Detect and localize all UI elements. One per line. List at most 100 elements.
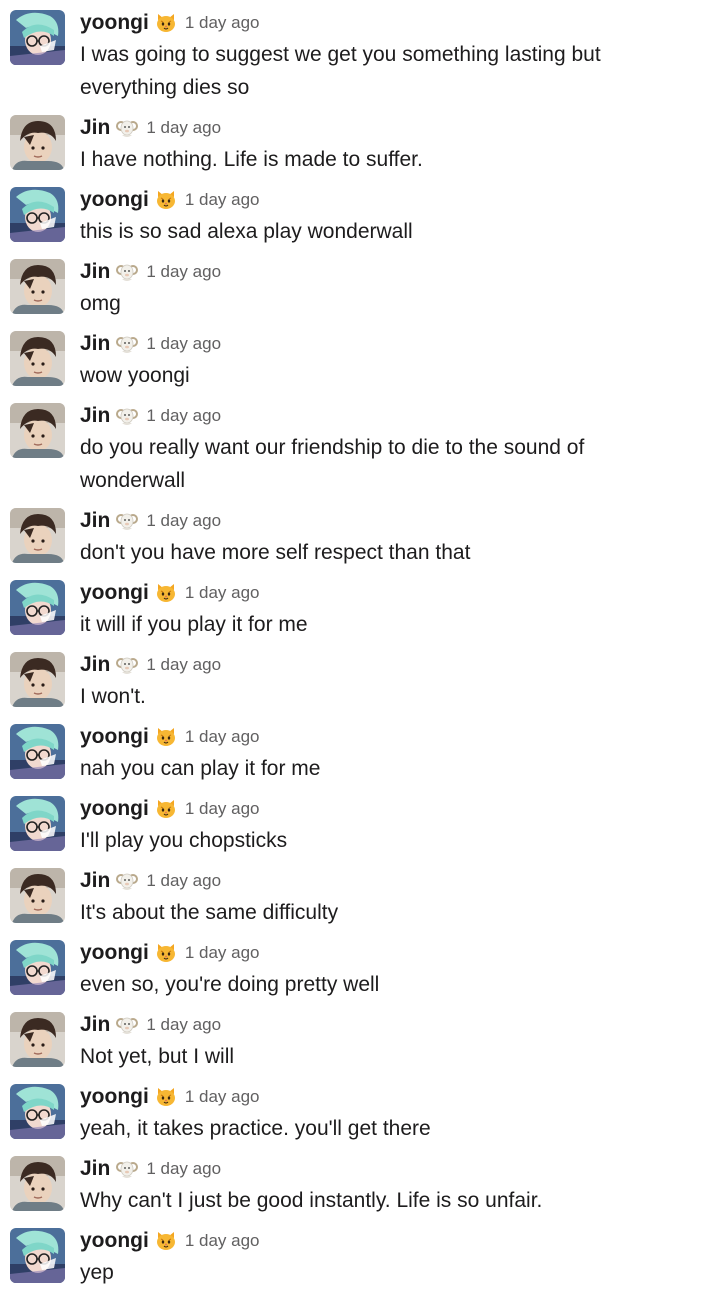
message-header: Jin 1 day ago [80, 331, 221, 357]
message-text: nah you can play it for me [80, 757, 321, 780]
message-header: yoongi 1 day ago [80, 940, 260, 966]
ram-icon [116, 405, 139, 427]
message-header: Jin 1 day ago [80, 1012, 221, 1038]
message-text: yep [80, 1261, 114, 1284]
message-text: even so, you're doing pretty well [80, 973, 380, 996]
avatar[interactable] [10, 868, 65, 923]
ram-icon [116, 117, 139, 139]
avatar[interactable] [10, 508, 65, 563]
cat-face-icon [155, 1086, 177, 1108]
timestamp[interactable]: 1 day ago [185, 1087, 260, 1106]
message-text: yeah, it takes practice. you'll get ther… [80, 1117, 431, 1140]
author-name[interactable]: yoongi [80, 11, 149, 34]
timestamp[interactable]: 1 day ago [185, 13, 260, 32]
ram-icon [116, 1158, 139, 1180]
ram-icon [116, 870, 139, 892]
avatar[interactable] [10, 940, 65, 995]
message-text: I have nothing. Life is made to suffer. [80, 148, 423, 171]
message-text: it will if you play it for me [80, 613, 308, 636]
message-header: yoongi 1 day ago [80, 796, 260, 822]
message-text: do you really want our friendship to die… [80, 436, 585, 492]
author-name[interactable]: Jin [80, 260, 110, 283]
author-name[interactable]: yoongi [80, 188, 149, 211]
timestamp[interactable]: 1 day ago [146, 118, 221, 137]
message-text: I'll play you chopsticks [80, 829, 288, 852]
message-header: yoongi 1 day ago [80, 1084, 260, 1110]
message-text: It's about the same difficulty [80, 901, 339, 924]
timestamp[interactable]: 1 day ago [146, 1015, 221, 1034]
ram-icon [116, 261, 139, 283]
author-name[interactable]: yoongi [80, 725, 149, 748]
message-text: Not yet, but I will [80, 1045, 235, 1068]
cat-face-icon [155, 189, 177, 211]
message-text: this is so sad alexa play wonderwall [80, 220, 413, 243]
avatar[interactable] [10, 724, 65, 779]
avatar[interactable] [10, 331, 65, 386]
message-list: yoongi 1 day ago I was going to suggest w… [0, 0, 707, 1299]
message-text: omg [80, 292, 121, 315]
cat-face-icon [155, 942, 177, 964]
author-name[interactable]: Jin [80, 653, 110, 676]
timestamp[interactable]: 1 day ago [185, 190, 260, 209]
timestamp[interactable]: 1 day ago [185, 1231, 260, 1250]
avatar[interactable] [10, 1012, 65, 1067]
timestamp[interactable]: 1 day ago [146, 334, 221, 353]
avatar[interactable] [10, 580, 65, 635]
avatar[interactable] [10, 652, 65, 707]
message-header: Jin 1 day ago [80, 259, 221, 285]
author-name[interactable]: Jin [80, 1013, 110, 1036]
timestamp[interactable]: 1 day ago [185, 583, 260, 602]
timestamp[interactable]: 1 day ago [146, 871, 221, 890]
author-name[interactable]: yoongi [80, 581, 149, 604]
timestamp[interactable]: 1 day ago [146, 655, 221, 674]
timestamp[interactable]: 1 day ago [185, 799, 260, 818]
message-text: I won't. [80, 685, 146, 708]
avatar[interactable] [10, 403, 65, 458]
avatar[interactable] [10, 187, 65, 242]
timestamp[interactable]: 1 day ago [146, 511, 221, 530]
message-header: yoongi 1 day ago [80, 187, 260, 213]
avatar[interactable] [10, 796, 65, 851]
author-name[interactable]: Jin [80, 116, 110, 139]
message-header: Jin 1 day ago [80, 508, 221, 534]
avatar[interactable] [10, 1156, 65, 1211]
timestamp[interactable]: 1 day ago [185, 727, 260, 746]
avatar[interactable] [10, 115, 65, 170]
timestamp[interactable]: 1 day ago [185, 943, 260, 962]
ram-icon [116, 654, 139, 676]
message-text: I was going to suggest we get you someth… [80, 43, 601, 99]
avatar[interactable] [10, 259, 65, 314]
message-text: don't you have more self respect than th… [80, 541, 471, 564]
message-text: wow yoongi [80, 364, 190, 387]
avatar[interactable] [10, 1084, 65, 1139]
message-header: yoongi 1 day ago [80, 10, 260, 36]
cat-face-icon [155, 582, 177, 604]
message-header: yoongi 1 day ago [80, 724, 260, 750]
cat-face-icon [155, 798, 177, 820]
message-header: Jin 1 day ago [80, 1156, 221, 1182]
message-header: Jin 1 day ago [80, 652, 221, 678]
message-text: Why can't I just be good instantly. Life… [80, 1189, 543, 1212]
ram-icon [116, 1014, 139, 1036]
message-header: Jin 1 day ago [80, 868, 221, 894]
timestamp[interactable]: 1 day ago [146, 406, 221, 425]
cat-face-icon [155, 12, 177, 34]
author-name[interactable]: Jin [80, 404, 110, 427]
author-name[interactable]: yoongi [80, 797, 149, 820]
cat-face-icon [155, 726, 177, 748]
author-name[interactable]: yoongi [80, 941, 149, 964]
author-name[interactable]: Jin [80, 332, 110, 355]
author-name[interactable]: yoongi [80, 1229, 149, 1252]
cat-face-icon [155, 1230, 177, 1252]
message-header: Jin 1 day ago [80, 403, 221, 429]
message-header: yoongi 1 day ago [80, 580, 260, 606]
author-name[interactable]: Jin [80, 1157, 110, 1180]
timestamp[interactable]: 1 day ago [146, 1159, 221, 1178]
ram-icon [116, 510, 139, 532]
avatar[interactable] [10, 10, 65, 65]
author-name[interactable]: Jin [80, 509, 110, 532]
author-name[interactable]: Jin [80, 869, 110, 892]
timestamp[interactable]: 1 day ago [146, 262, 221, 281]
avatar[interactable] [10, 1228, 65, 1283]
author-name[interactable]: yoongi [80, 1085, 149, 1108]
